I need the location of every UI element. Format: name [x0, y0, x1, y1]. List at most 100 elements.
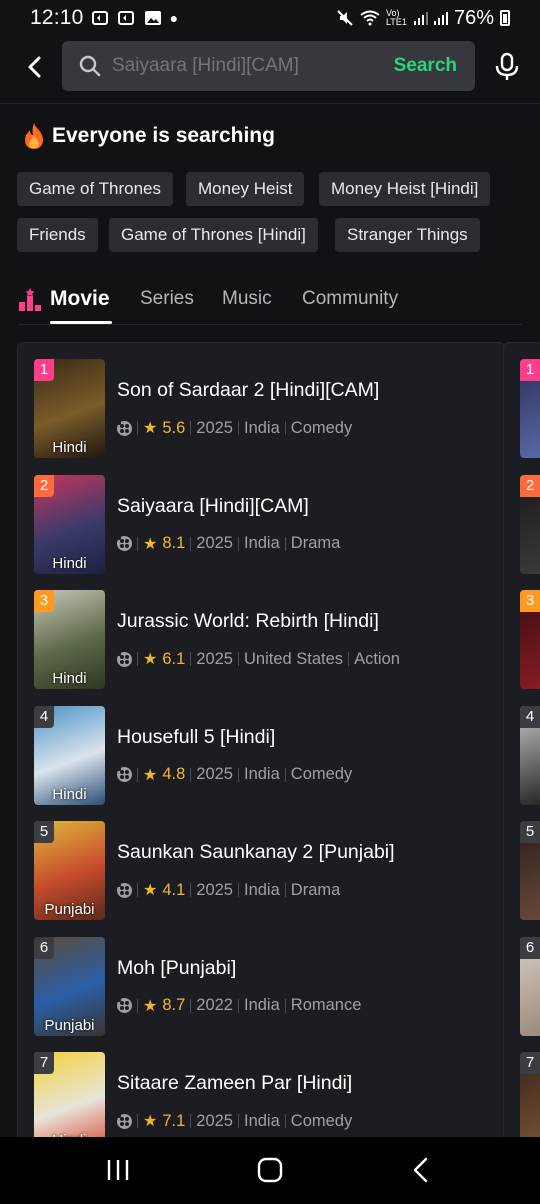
- separator: [284, 767, 286, 782]
- language-label: Punjabi: [44, 1016, 95, 1034]
- item-country: India: [244, 1111, 280, 1130]
- list-item[interactable]: 7 Hindi Sitaare Zameen Par [Hindi] ★ 7.1…: [18, 1036, 504, 1141]
- separator: [190, 536, 192, 551]
- rank-badge: 7: [520, 1052, 540, 1074]
- home-icon[interactable]: [257, 1157, 283, 1183]
- item-title: Saiyaara [Hindi][CAM]: [117, 494, 309, 517]
- peek-poster: 1: [520, 359, 540, 458]
- search-button[interactable]: Search: [394, 41, 457, 91]
- status-time: 12:10: [30, 6, 84, 29]
- separator: [137, 1114, 138, 1128]
- item-rating: 4.1: [162, 880, 186, 899]
- film-reel-icon: [117, 1113, 132, 1129]
- volte-badge: Vo) LTE1: [385, 8, 407, 27]
- tab-music[interactable]: Music: [222, 288, 272, 310]
- item-genre: Action: [354, 649, 400, 668]
- item-genre: Comedy: [290, 1111, 353, 1130]
- item-genre: Comedy: [290, 765, 353, 783]
- separator: [284, 421, 286, 435]
- list-item[interactable]: 2 Hindi Saiyaara [Hindi][CAM] ★ 8.1 2025…: [18, 459, 504, 574]
- back-nav-icon[interactable]: [410, 1157, 432, 1183]
- item-country: India: [244, 996, 280, 1014]
- tab-community[interactable]: Community: [302, 288, 398, 310]
- item-title: Jurassic World: Rebirth [Hindi]: [117, 610, 379, 632]
- status-bar: 12:10 ● Vo) LTE1 76%: [0, 0, 540, 36]
- item-meta: ★ 6.1 2025 United States Action: [117, 649, 400, 669]
- search-header: Search: [0, 40, 540, 94]
- search-input[interactable]: [112, 41, 382, 91]
- star-icon: ★: [143, 882, 158, 899]
- item-country: India: [244, 534, 280, 552]
- rank-badge: 4: [520, 705, 540, 728]
- list-item[interactable]: 1 Hindi Son of Sardaar 2 [Hindi][CAM] ★ …: [18, 343, 504, 458]
- language-label: Punjabi: [44, 901, 95, 918]
- separator: [238, 883, 239, 897]
- system-nav-bar: [0, 1137, 540, 1204]
- chip-stranger-things[interactable]: Stranger Things: [335, 218, 480, 252]
- separator: [137, 998, 138, 1013]
- film-reel-icon: [117, 536, 132, 551]
- item-country: United States: [244, 649, 344, 668]
- separator: [284, 998, 286, 1013]
- dot-icon: ●: [169, 10, 179, 26]
- language-label: Hindi: [52, 554, 87, 572]
- poster-image: 6 Punjabi: [34, 936, 105, 1036]
- list-item[interactable]: 3 Hindi Jurassic World: Rebirth [Hindi] …: [18, 574, 504, 689]
- chip-money-heist[interactable]: Money Heist: [186, 172, 305, 206]
- separator: [238, 421, 239, 435]
- tab-active-indicator: [50, 321, 112, 324]
- peek-poster: 4: [520, 705, 540, 805]
- chip-friends[interactable]: Friends: [17, 218, 98, 252]
- search-icon: [79, 55, 101, 77]
- separator: [238, 998, 239, 1013]
- fire-icon: [25, 123, 43, 149]
- item-rating: 6.1: [162, 649, 186, 668]
- separator: [190, 767, 192, 782]
- item-rating: 8.7: [162, 996, 186, 1014]
- divider: [0, 103, 540, 104]
- list-item[interactable]: 4 Hindi Housefull 5 [Hindi] ★ 4.8 2025 I…: [18, 690, 504, 805]
- item-meta: ★ 8.7 2022 India Romance: [117, 996, 361, 1016]
- item-meta: ★ 8.1 2025 India Drama: [117, 534, 340, 554]
- film-reel-icon: [117, 998, 132, 1013]
- item-rating: 7.1: [162, 1111, 186, 1130]
- chip-game-of-thrones-hindi[interactable]: Game of Thrones [Hindi]: [109, 218, 318, 252]
- recent-apps-icon[interactable]: [106, 1157, 130, 1183]
- separator: [190, 998, 192, 1013]
- battery-icon: [500, 10, 510, 26]
- separator: [238, 767, 239, 782]
- chevron-left-icon[interactable]: [18, 50, 52, 84]
- tab-series[interactable]: Series: [140, 288, 194, 310]
- battery-percent: 76%: [453, 6, 494, 29]
- separator: [238, 1114, 239, 1128]
- separator: [284, 1114, 286, 1128]
- poster-image: 3 Hindi: [34, 590, 105, 689]
- notification-icon: [91, 11, 108, 25]
- separator: [238, 536, 239, 551]
- item-year: 2025: [196, 418, 233, 437]
- language-label: Hindi: [52, 785, 87, 803]
- separator: [137, 652, 138, 666]
- list-item[interactable]: 5 Punjabi Saunkan Saunkanay 2 [Punjabi] …: [18, 805, 504, 920]
- item-genre: Drama: [290, 880, 341, 899]
- item-country: India: [244, 880, 280, 899]
- language-label: Hindi: [52, 439, 87, 456]
- separator: [137, 883, 138, 897]
- search-box[interactable]: Search: [62, 41, 475, 91]
- language-label: Hindi: [52, 670, 87, 687]
- item-title: Sitaare Zameen Par [Hindi]: [117, 1072, 353, 1094]
- item-year: 2022: [196, 996, 233, 1014]
- signal-icon: [413, 11, 428, 25]
- notification-icon: [117, 11, 134, 25]
- tab-movie[interactable]: Movie: [50, 287, 110, 311]
- signal-icon: [433, 11, 448, 25]
- star-icon: ★: [143, 420, 158, 437]
- list-item[interactable]: 6 Punjabi Moh [Punjabi] ★ 8.7 2022 India…: [18, 921, 504, 1036]
- next-ranking-list-peek[interactable]: 1 2 3 4 5 6 7: [503, 342, 540, 1142]
- chip-money-heist-hindi[interactable]: Money Heist [Hindi]: [319, 172, 491, 206]
- item-rating: 8.1: [162, 534, 186, 552]
- rank-badge: 3: [34, 590, 54, 612]
- chip-game-of-thrones[interactable]: Game of Thrones: [17, 172, 173, 206]
- item-meta: ★ 4.1 2025 India Drama: [117, 880, 340, 900]
- microphone-icon[interactable]: [493, 52, 521, 82]
